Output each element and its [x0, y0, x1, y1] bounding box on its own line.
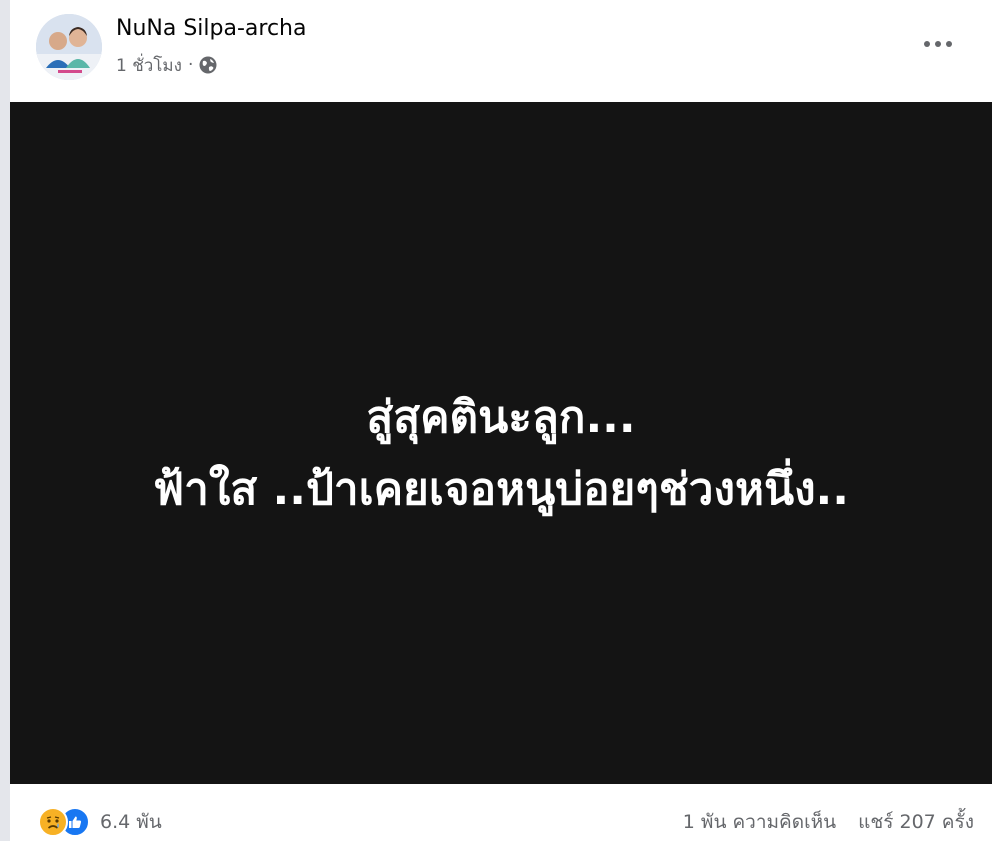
reactions-count: 6.4 พัน — [100, 811, 162, 833]
more-options-icon[interactable] — [914, 28, 962, 60]
more-dot — [924, 41, 930, 47]
post-image-text: สู่สุคตินะลูก... ฟ้าใส ..ป้าเคยเจอหนูบ่อ… — [10, 382, 992, 526]
avatar-photo — [36, 14, 102, 80]
more-dot — [946, 41, 952, 47]
post-card: NuNa Silpa-archa 1 ชั่วโมง · สู่สุคตินะล… — [10, 0, 992, 841]
author-name[interactable]: NuNa Silpa-archa — [116, 16, 306, 41]
post-meta: 1 ชั่วโมง · — [116, 53, 218, 77]
avatar[interactable] — [36, 14, 102, 80]
more-dot — [935, 41, 941, 47]
left-border — [0, 0, 10, 841]
reactions-summary[interactable]: 6.4 พัน — [38, 806, 162, 838]
post-image[interactable]: สู่สุคตินะลูก... ฟ้าใส ..ป้าเคยเจอหนูบ่อ… — [10, 102, 992, 784]
engagement-stats: 1 พัน ความคิดเห็น แชร์ 207 ครั้ง — [683, 806, 974, 838]
post-image-line-1: สู่สุคตินะลูก... — [366, 392, 636, 443]
post-image-line-2: ฟ้าใส ..ป้าเคยเจอหนูบ่อยๆช่วงหนึ่ง.. — [153, 464, 849, 515]
post-timestamp[interactable]: 1 ชั่วโมง — [116, 52, 182, 79]
shares-count[interactable]: แชร์ 207 ครั้ง — [858, 807, 974, 837]
meta-separator: · — [187, 55, 194, 75]
globe-icon[interactable] — [198, 55, 218, 75]
comments-count[interactable]: 1 พัน ความคิดเห็น — [683, 807, 836, 837]
sad-reaction-icon — [38, 807, 68, 837]
